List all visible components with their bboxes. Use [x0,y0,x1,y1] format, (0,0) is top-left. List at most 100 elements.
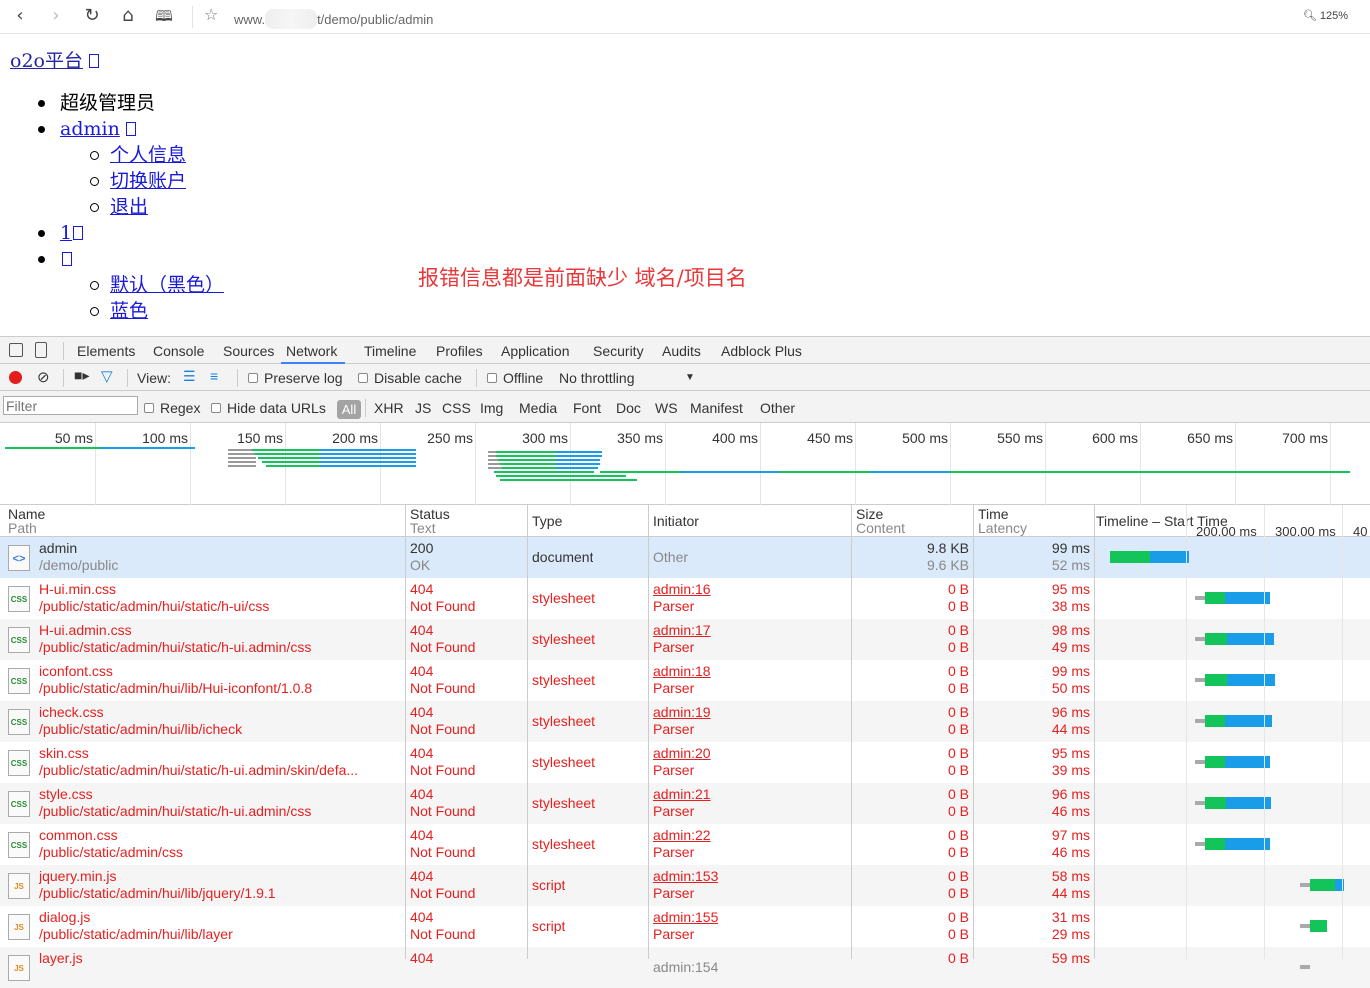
table-row[interactable]: CSS icheck.css/public/static/admin/hui/li… [0,701,1370,742]
filter-ws[interactable]: WS [655,400,678,416]
tab-profiles[interactable]: Profiles [436,343,483,359]
zoom-indicator[interactable]: 🔍︎ 125% [1303,9,1348,22]
regex-checkbox[interactable]: Regex [144,400,200,416]
col-status[interactable]: Status Text [410,507,450,535]
disable-cache-checkbox[interactable]: Disable cache [358,370,462,386]
filter-img[interactable]: Img [480,400,503,416]
menu-user: admin 个人信息 切换账户 退出 [37,116,224,220]
initiator-link[interactable]: admin:16 [653,581,711,597]
overview-gridline [1235,423,1236,505]
initiator-link[interactable]: admin:21 [653,786,711,802]
filter-js[interactable]: JS [415,400,431,416]
status-text: Not Found [410,803,476,819]
tab-security[interactable]: Security [593,343,644,359]
initiator-cell: admin:18 Parser [653,663,711,697]
filter-css[interactable]: CSS [442,400,471,416]
table-row[interactable]: CSS skin.css/public/static/admin/hui/stat… [0,742,1370,783]
forward-icon[interactable]: › [44,4,68,28]
tab-elements[interactable]: Elements [77,343,135,359]
initiator-link[interactable]: admin:17 [653,622,711,638]
reading-mode-icon[interactable]: 🕮 [152,4,176,28]
reload-icon[interactable]: ↻ [80,4,104,28]
offline-checkbox[interactable]: Offline [487,370,543,386]
skin-default-link[interactable]: 默认（黑色） [110,274,224,296]
overview-icon[interactable]: ≡ [210,368,218,384]
filter-media[interactable]: Media [519,400,557,416]
request-path: /demo/public [39,557,119,573]
initiator-link[interactable]: admin:22 [653,827,711,843]
time-cell: 31 ms 29 ms [978,909,1090,943]
favorite-star-icon[interactable]: ☆ [204,5,218,24]
address-bar[interactable]: www. t/demo/public/admin [234,9,433,29]
tab-adblock-plus[interactable]: Adblock Plus [721,343,802,359]
col-type[interactable]: Type [532,514,562,528]
size-value: 0 B [947,868,969,884]
initiator-link[interactable]: admin:20 [653,745,711,761]
table-row[interactable]: CSS iconfont.css/public/static/admin/hui/… [0,660,1370,701]
time-value: 97 ms [1051,827,1090,843]
tab-network[interactable]: Network [281,343,346,364]
table-row[interactable]: JS layer.js 404 admin:154 0 B 59 ms [0,947,1370,988]
hide-data-urls-checkbox[interactable]: Hide data URLs [211,400,326,416]
large-rows-icon[interactable]: ☰ [183,368,196,385]
clear-icon[interactable]: ⊘ [37,368,50,386]
tab-audits[interactable]: Audits [662,343,701,359]
content-value: 0 B [947,721,969,737]
col-size[interactable]: Size Content [856,507,905,535]
device-mode-icon[interactable] [35,342,47,358]
profile-link[interactable]: 个人信息 [110,144,186,166]
tab-sources[interactable]: Sources [223,343,274,359]
initiator-link[interactable]: admin:19 [653,704,711,720]
network-overview[interactable]: 50 ms 100 ms 150 ms 200 ms 250 ms 300 ms 350 m… [0,423,1370,505]
home-icon[interactable]: ⌂ [116,4,140,28]
filter-doc[interactable]: Doc [616,400,641,416]
table-row[interactable]: CSS H-ui.admin.css/public/static/admin/hu… [0,619,1370,660]
filter-manifest[interactable]: Manifest [690,400,743,416]
checkbox-box [487,373,497,383]
table-row[interactable]: <> admin/demo/public 200 OK document Other 9.8… [0,537,1370,578]
capture-screenshots-icon[interactable]: ■▸ [74,367,89,384]
table-row[interactable]: JS jquery.min.js/public/static/admin/hui/… [0,865,1370,906]
tab-console[interactable]: Console [153,343,204,359]
size-cell: 0 B0 B [856,745,969,779]
table-row[interactable]: CSS common.css/public/static/admin/css 404… [0,824,1370,865]
skin-link[interactable] [60,248,72,270]
col-initiator[interactable]: Initiator [653,514,699,528]
filter-xhr[interactable]: XHR [374,400,404,416]
filter-icon[interactable]: ▽ [101,367,113,385]
switch-account-link[interactable]: 切换账户 [110,170,186,192]
message-count-link[interactable]: 1 [60,222,84,244]
initiator-link[interactable]: admin:153 [653,868,718,884]
inspect-element-icon[interactable] [9,343,23,357]
back-icon[interactable]: ‹ [8,4,32,28]
logout-link[interactable]: 退出 [110,196,148,218]
tab-timeline[interactable]: Timeline [364,343,416,359]
filter-all-button[interactable]: All [337,400,361,419]
status-text: Not Found [410,680,476,696]
table-row[interactable]: CSS style.css/public/static/admin/hui/sta… [0,783,1370,824]
request-name: style.css [39,786,93,802]
record-icon[interactable] [9,371,22,384]
initiator-link[interactable]: admin:18 [653,663,711,679]
user-link[interactable]: admin [60,118,136,140]
filter-font[interactable]: Font [573,400,601,416]
latency-value: 44 ms [1051,721,1090,737]
time-cell: 97 ms 46 ms [978,827,1090,861]
col-time[interactable]: Time Latency [978,507,1027,535]
logo-link[interactable]: o2o平台 [10,46,99,73]
preserve-log-checkbox[interactable]: Preserve log [248,370,343,386]
table-row[interactable]: JS dialog.js/public/static/admin/hui/lib/… [0,906,1370,947]
overview-bar [228,453,256,455]
request-path: /public/static/admin/css [39,844,183,860]
tab-application[interactable]: Application [501,343,570,359]
type-cell: stylesheet [532,672,596,688]
filter-input[interactable] [3,396,138,415]
status-text: OK [410,557,431,573]
filter-other[interactable]: Other [760,400,795,416]
throttling-select[interactable]: No throttling ▼ [559,370,695,386]
table-row[interactable]: CSS H-ui.min.css/public/static/admin/hui/… [0,578,1370,619]
skin-blue-link[interactable]: 蓝色 [110,300,148,322]
initiator-link[interactable]: admin:155 [653,909,718,925]
missing-glyph-icon [62,252,72,266]
col-name[interactable]: Name Path [8,507,45,535]
